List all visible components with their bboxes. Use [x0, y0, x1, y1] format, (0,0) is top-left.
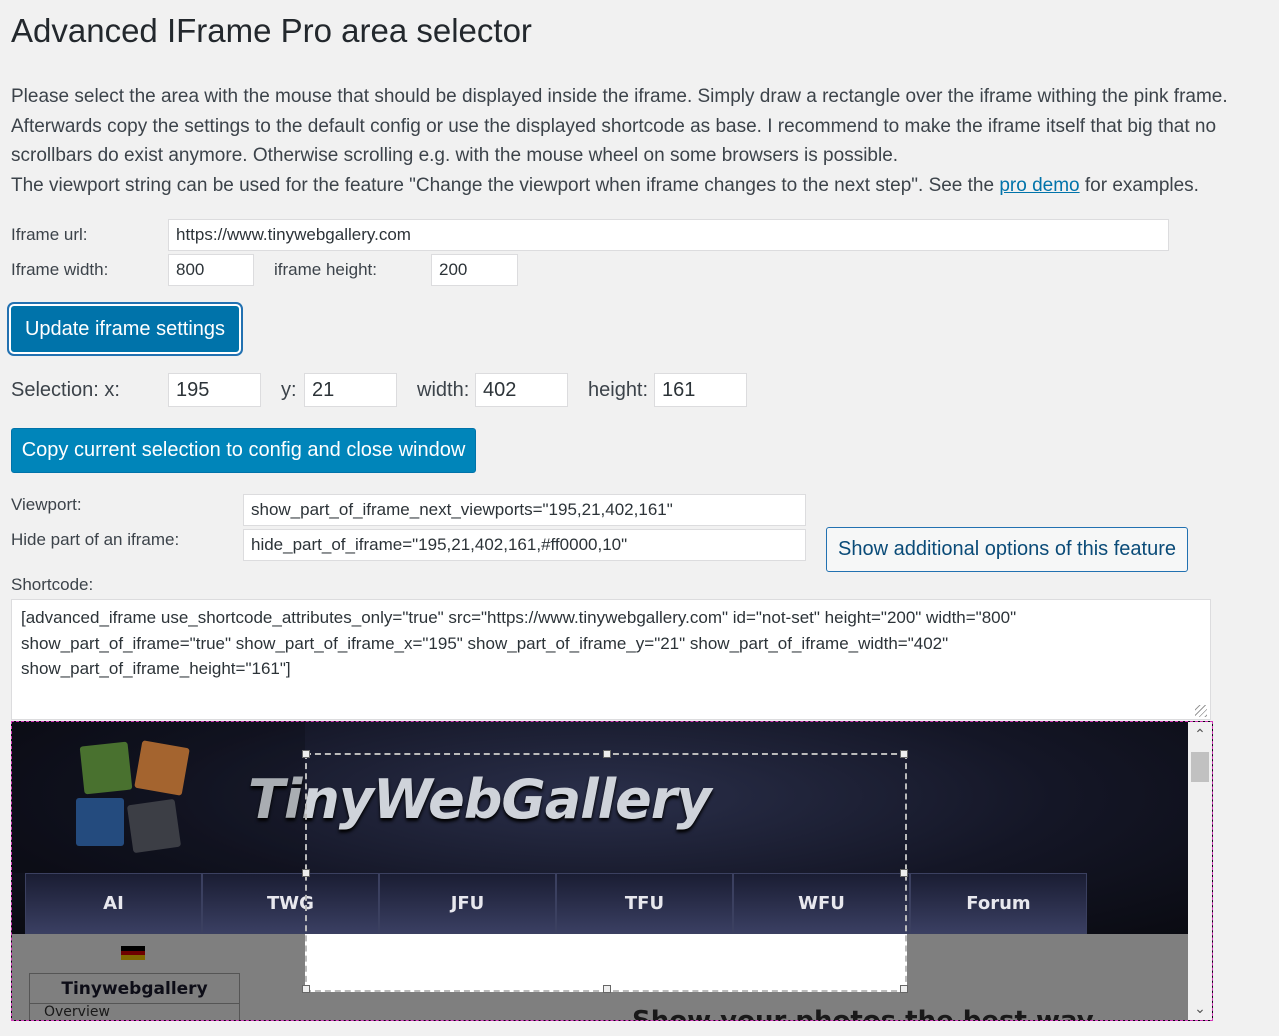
dim-left [12, 934, 305, 1020]
selection-x-input[interactable] [168, 373, 261, 407]
selection-y-label: y: [281, 379, 297, 401]
scroll-down-icon[interactable]: ⌄ [1188, 996, 1212, 1020]
resize-handle-ne[interactable] [900, 750, 908, 758]
selection-x-label: Selection: x: [11, 379, 120, 401]
page-title: Advanced IFrame Pro area selector [11, 12, 532, 49]
pro-demo-link[interactable]: pro demo [999, 175, 1079, 196]
dim-top-left [12, 722, 305, 873]
copy-selection-button[interactable]: Copy current selection to config and clo… [11, 428, 476, 473]
intro-paragraph: Please select the area with the mouse th… [11, 86, 1228, 166]
selection-y-input[interactable] [304, 373, 397, 407]
resize-handle-nw[interactable] [302, 750, 310, 758]
iframe-height-input[interactable] [431, 254, 518, 286]
selection-height-input[interactable] [654, 373, 747, 407]
iframe-height-label: iframe height: [274, 260, 377, 279]
hide-part-input[interactable] [243, 529, 806, 561]
iframe-url-label: Iframe url: [11, 225, 88, 244]
hide-part-label: Hide part of an iframe: [11, 530, 180, 549]
resize-handle-sw[interactable] [302, 985, 310, 993]
nav-item-ai[interactable]: AI [25, 873, 202, 934]
dim-right [907, 934, 1188, 1020]
iframe-width-label: Iframe width: [11, 260, 109, 279]
viewport-input[interactable] [243, 494, 806, 526]
resize-handle-s[interactable] [603, 985, 611, 993]
intro-viewport-note: The viewport string can be used for the … [11, 171, 1273, 201]
intro-text: Please select the area with the mouse th… [11, 82, 1273, 200]
resize-handle-w[interactable] [302, 869, 310, 877]
iframe-scrollbar[interactable]: ⌃ ⌄ [1188, 722, 1212, 1020]
scrollbar-thumb[interactable] [1191, 752, 1209, 782]
selection-white-area [307, 935, 905, 990]
resize-handle-e[interactable] [900, 869, 908, 877]
scroll-up-icon[interactable]: ⌃ [1188, 722, 1212, 746]
update-iframe-settings-button[interactable]: Update iframe settings [11, 306, 239, 352]
intro-note-suffix: for examples. [1079, 174, 1199, 196]
intro-note-text: The viewport string can be used for the … [11, 174, 1000, 196]
selection-width-input[interactable] [475, 373, 568, 407]
iframe-preview[interactable]: TinyWebGallery AI TWG JFU TFU WFU Forum … [11, 721, 1213, 1021]
selection-rectangle[interactable] [302, 750, 908, 993]
dim-bottom [305, 992, 907, 1020]
resize-grip-icon[interactable] [1195, 705, 1207, 717]
shortcode-textarea[interactable]: [advanced_iframe use_shortcode_attribute… [11, 599, 1211, 720]
resize-handle-se[interactable] [900, 985, 908, 993]
selection-height-label: height: [588, 379, 649, 401]
iframe-width-input[interactable] [168, 254, 254, 286]
selection-width-label: width: [417, 379, 470, 401]
viewport-label: Viewport: [11, 495, 82, 514]
nav-item-forum[interactable]: Forum [910, 873, 1087, 934]
shortcode-label: Shortcode: [11, 575, 94, 594]
resize-handle-n[interactable] [603, 750, 611, 758]
iframe-url-input[interactable] [168, 219, 1169, 251]
show-additional-options-button[interactable]: Show additional options of this feature [826, 527, 1188, 572]
